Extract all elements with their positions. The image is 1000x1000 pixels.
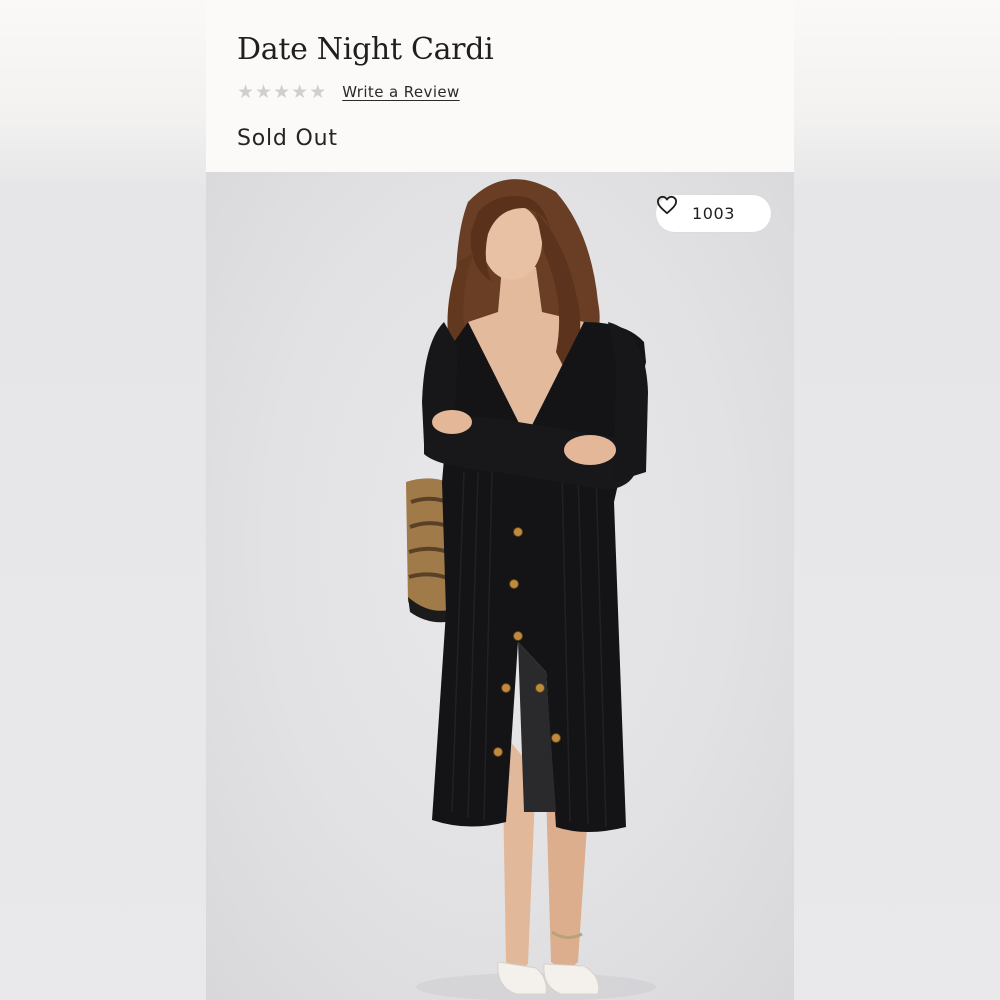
star-icon: ★ — [273, 80, 291, 103]
star-icon: ★ — [309, 80, 327, 103]
backdrop-right — [794, 0, 1000, 1000]
star-icon: ★ — [237, 80, 255, 103]
write-review-link[interactable]: Write a Review — [342, 83, 459, 101]
product-photo[interactable]: 1003 — [206, 172, 794, 1000]
backdrop-left — [0, 0, 206, 1000]
favorite-button[interactable]: 1003 — [656, 195, 771, 232]
availability-status: Sold Out — [237, 126, 338, 151]
star-icon: ★ — [291, 80, 309, 103]
product-title: Date Night Cardi — [237, 32, 494, 67]
star-rating[interactable]: ★ ★ ★ ★ ★ — [237, 80, 327, 103]
product-info-panel: Date Night Cardi ★ ★ ★ ★ ★ Write a Revie… — [206, 0, 794, 172]
product-card: Date Night Cardi ★ ★ ★ ★ ★ Write a Revie… — [206, 0, 794, 1000]
rating-row: ★ ★ ★ ★ ★ Write a Review — [237, 80, 460, 104]
star-icon: ★ — [255, 80, 273, 103]
heart-icon — [657, 195, 677, 215]
model-illustration — [406, 179, 656, 1000]
favorite-count: 1003 — [691, 204, 736, 223]
